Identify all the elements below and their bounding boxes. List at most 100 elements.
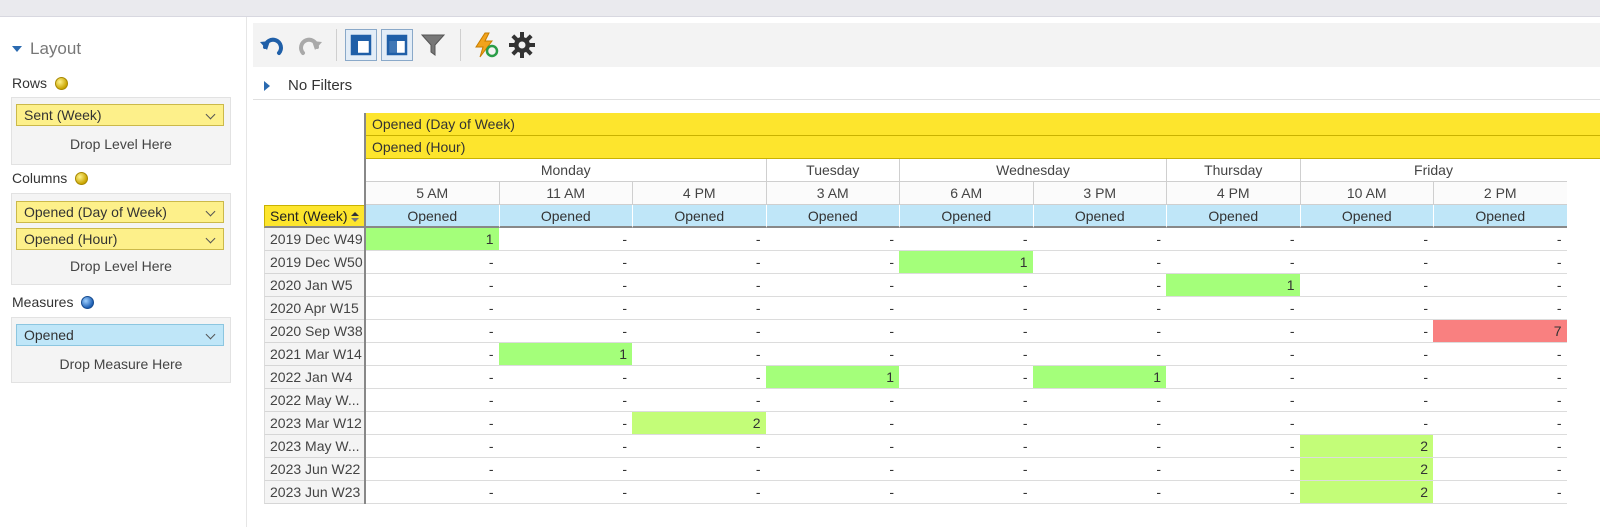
measures-dropzone[interactable]: Opened Drop Measure Here — [11, 317, 231, 383]
hour-header[interactable]: 3 PM — [1032, 182, 1166, 205]
row-label[interactable]: 2022 May W... — [264, 389, 365, 412]
data-cell[interactable]: - — [1299, 389, 1433, 412]
data-cell[interactable]: - — [1433, 343, 1567, 366]
data-cell[interactable]: - — [899, 228, 1033, 251]
data-cell[interactable]: - — [365, 458, 499, 481]
filter-button[interactable] — [417, 29, 449, 61]
data-cell[interactable]: - — [1299, 412, 1433, 435]
data-cell[interactable]: - — [899, 481, 1033, 504]
data-cell[interactable]: 1 — [498, 343, 632, 366]
row-label[interactable]: 2020 Jan W5 — [264, 274, 365, 297]
measures-chip-opened[interactable]: Opened — [16, 324, 224, 346]
data-cell[interactable]: - — [1433, 389, 1567, 412]
data-cell[interactable]: - — [498, 228, 632, 251]
data-cell[interactable]: - — [899, 320, 1033, 343]
data-cell[interactable]: - — [1166, 435, 1300, 458]
data-cell[interactable]: - — [899, 435, 1033, 458]
data-cell[interactable]: - — [1166, 251, 1300, 274]
sort-icon[interactable] — [350, 211, 360, 223]
expand-arrow-icon[interactable] — [264, 81, 270, 91]
data-cell[interactable]: - — [1032, 481, 1166, 504]
data-cell[interactable]: - — [899, 343, 1033, 366]
refresh-data-button[interactable] — [470, 29, 502, 61]
tabular-layout-button[interactable] — [381, 29, 413, 61]
day-header-monday[interactable]: Monday — [365, 159, 766, 182]
data-cell[interactable]: - — [365, 389, 499, 412]
data-cell[interactable]: - — [498, 435, 632, 458]
data-cell[interactable]: - — [899, 412, 1033, 435]
data-cell[interactable]: - — [632, 481, 766, 504]
data-cell[interactable]: - — [1166, 389, 1300, 412]
column-level-hour[interactable]: Opened (Hour) — [365, 136, 1600, 159]
chevron-down-icon[interactable] — [205, 109, 216, 120]
data-cell[interactable]: - — [632, 366, 766, 389]
data-cell[interactable]: - — [632, 251, 766, 274]
data-cell[interactable]: - — [1433, 412, 1567, 435]
data-cell[interactable]: 2 — [1299, 435, 1433, 458]
data-cell[interactable]: - — [1433, 435, 1567, 458]
data-cell[interactable]: - — [899, 366, 1033, 389]
data-cell[interactable]: - — [1166, 297, 1300, 320]
data-cell[interactable]: - — [1032, 343, 1166, 366]
data-cell[interactable]: - — [1433, 366, 1567, 389]
data-cell[interactable]: 1 — [1032, 366, 1166, 389]
hour-header[interactable]: 11 AM — [498, 182, 632, 205]
data-cell[interactable]: - — [498, 297, 632, 320]
row-label[interactable]: 2020 Sep W38 — [264, 320, 365, 343]
data-cell[interactable]: - — [1166, 228, 1300, 251]
undo-button[interactable] — [257, 29, 289, 61]
data-cell[interactable]: - — [1299, 297, 1433, 320]
row-label[interactable]: 2023 May W... — [264, 435, 365, 458]
data-cell[interactable]: - — [765, 458, 899, 481]
data-cell[interactable]: - — [365, 320, 499, 343]
rows-chip-sent-week[interactable]: Sent (Week) — [16, 104, 224, 126]
data-cell[interactable]: - — [1032, 297, 1166, 320]
data-cell[interactable]: - — [1166, 320, 1300, 343]
data-cell[interactable]: - — [1032, 320, 1166, 343]
chevron-down-icon[interactable] — [205, 206, 216, 217]
data-cell[interactable]: - — [1166, 366, 1300, 389]
data-cell[interactable]: - — [765, 320, 899, 343]
data-cell[interactable]: - — [1433, 297, 1567, 320]
data-cell[interactable]: - — [1032, 412, 1166, 435]
data-cell[interactable]: - — [1433, 481, 1567, 504]
data-cell[interactable]: 2 — [1299, 481, 1433, 504]
data-cell[interactable]: - — [765, 297, 899, 320]
data-cell[interactable]: - — [498, 458, 632, 481]
data-cell[interactable]: - — [1299, 251, 1433, 274]
row-header-sent-week[interactable]: Sent (Week) — [264, 205, 365, 228]
data-cell[interactable]: - — [1433, 251, 1567, 274]
data-cell[interactable]: - — [498, 389, 632, 412]
data-cell[interactable]: - — [1299, 228, 1433, 251]
hour-header[interactable]: 6 AM — [899, 182, 1033, 205]
data-cell[interactable]: - — [632, 228, 766, 251]
data-cell[interactable]: - — [1299, 320, 1433, 343]
data-cell[interactable]: - — [1032, 251, 1166, 274]
columns-chip-hour[interactable]: Opened (Hour) — [16, 228, 224, 250]
filter-bar[interactable]: No Filters — [253, 73, 1600, 100]
data-cell[interactable]: - — [1032, 435, 1166, 458]
data-cell[interactable]: - — [365, 343, 499, 366]
data-cell[interactable]: - — [498, 274, 632, 297]
data-cell[interactable]: 7 — [1433, 320, 1567, 343]
data-cell[interactable]: - — [1166, 343, 1300, 366]
data-cell[interactable]: - — [365, 274, 499, 297]
columns-chip-day-of-week[interactable]: Opened (Day of Week) — [16, 201, 224, 223]
data-cell[interactable]: 1 — [1166, 274, 1300, 297]
data-cell[interactable]: - — [899, 297, 1033, 320]
data-cell[interactable]: - — [632, 297, 766, 320]
hour-header[interactable]: 10 AM — [1299, 182, 1433, 205]
data-cell[interactable]: - — [1032, 458, 1166, 481]
row-label[interactable]: 2023 Mar W12 — [264, 412, 365, 435]
data-cell[interactable]: - — [365, 481, 499, 504]
row-label[interactable]: 2021 Mar W14 — [264, 343, 365, 366]
compact-layout-button[interactable] — [345, 29, 377, 61]
data-cell[interactable]: - — [1032, 389, 1166, 412]
day-header-friday[interactable]: Friday — [1299, 159, 1567, 182]
data-cell[interactable]: - — [498, 320, 632, 343]
data-cell[interactable]: 1 — [365, 228, 499, 251]
hour-header[interactable]: 4 PM — [632, 182, 766, 205]
row-label[interactable]: 2023 Jun W23 — [264, 481, 365, 504]
data-cell[interactable]: - — [632, 389, 766, 412]
data-cell[interactable]: - — [1299, 343, 1433, 366]
